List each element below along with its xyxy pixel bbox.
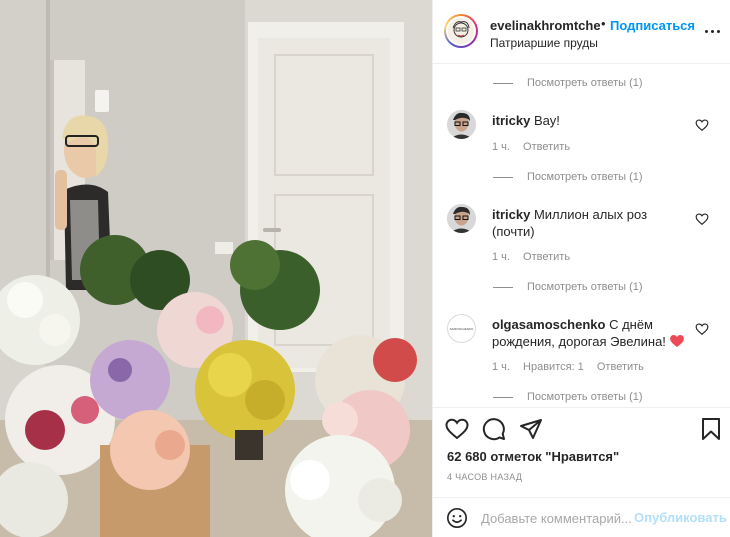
view-replies-button[interactable]: Посмотреть ответы (1) [493, 171, 643, 187]
author-avatar[interactable] [444, 14, 478, 48]
comment-avatar[interactable]: SAMOSCHENKO [447, 314, 476, 343]
replies-dash [493, 82, 513, 84]
comment-time[interactable]: 1 ч. [492, 251, 510, 263]
header-separator: • [601, 16, 606, 31]
add-comment-bar: Опубликовать [433, 497, 730, 537]
post-photo[interactable] [0, 0, 432, 537]
post-header: evelinakhromtchen • Подписаться Патриарш… [433, 0, 730, 64]
view-replies-button[interactable]: Посмотреть ответы (1) [493, 77, 643, 93]
author-username[interactable]: evelinakhromtchen [490, 18, 600, 33]
comment-body: Вау! [533, 113, 560, 128]
comment-text: itricky Вау! [492, 112, 692, 129]
comment-time[interactable]: 1 ч. [492, 141, 510, 153]
post-location[interactable]: Патриаршие пруды [490, 36, 598, 50]
comment-avatar[interactable] [447, 110, 476, 139]
share-icon[interactable] [519, 417, 543, 441]
post-photo-image [0, 0, 432, 537]
comment-reply-button[interactable]: Ответить [523, 251, 570, 263]
post-side-panel: evelinakhromtchen • Подписаться Патриарш… [432, 0, 730, 537]
likes-count[interactable]: 62 680 отметок "Нравится" [447, 449, 619, 464]
comment-text: olgasamoschenko С днём рождения, дорогая… [492, 316, 692, 350]
comment-heart-icon[interactable] [695, 322, 709, 336]
comment-username[interactable]: itricky [492, 207, 530, 222]
view-replies-button[interactable]: Посмотреть ответы (1) [493, 391, 643, 407]
comment-avatar[interactable] [447, 204, 476, 233]
comment-input[interactable] [481, 507, 631, 529]
heart-icon[interactable] [445, 417, 469, 441]
svg-text:SAMOSCHENKO: SAMOSCHENKO [450, 327, 474, 331]
comment-meta: 1 ч. Ответить [492, 251, 580, 263]
replies-dash [493, 396, 513, 398]
publish-button[interactable]: Опубликовать [634, 510, 727, 525]
more-options-icon[interactable] [705, 22, 721, 40]
replies-dash [493, 176, 513, 178]
post-actions: 62 680 отметок "Нравится" 4 ЧАСОВ НАЗАД [433, 407, 730, 497]
smiley-icon[interactable] [446, 507, 468, 529]
author-avatar-image [448, 18, 474, 44]
comment-meta: 1 ч. Ответить [492, 141, 580, 153]
follow-button[interactable]: Подписаться [610, 18, 695, 33]
comment-heart-icon[interactable] [695, 118, 709, 132]
red-heart-emoji [669, 334, 684, 349]
bookmark-icon[interactable] [699, 417, 723, 441]
comment-meta: 1 ч. Нравится: 1 Ответить [492, 361, 654, 373]
comment-username[interactable]: itricky [492, 113, 530, 128]
post-timestamp[interactable]: 4 ЧАСОВ НАЗАД [447, 472, 522, 482]
comment-icon[interactable] [482, 417, 506, 441]
comment-text: itricky Миллион алых роз (почти) [492, 206, 692, 240]
comment-heart-icon[interactable] [695, 212, 709, 226]
comment-likes[interactable]: Нравится: 1 [523, 361, 584, 373]
comments-list[interactable]: Посмотреть ответы (1) itricky Вау! 1 ч. … [433, 65, 730, 407]
comment-reply-button[interactable]: Ответить [523, 141, 570, 153]
comment-username[interactable]: olgasamoschenko [492, 317, 605, 332]
view-replies-button[interactable]: Посмотреть ответы (1) [493, 281, 643, 297]
comment-time[interactable]: 1 ч. [492, 361, 510, 373]
replies-dash [493, 286, 513, 288]
comment-reply-button[interactable]: Ответить [597, 361, 644, 373]
